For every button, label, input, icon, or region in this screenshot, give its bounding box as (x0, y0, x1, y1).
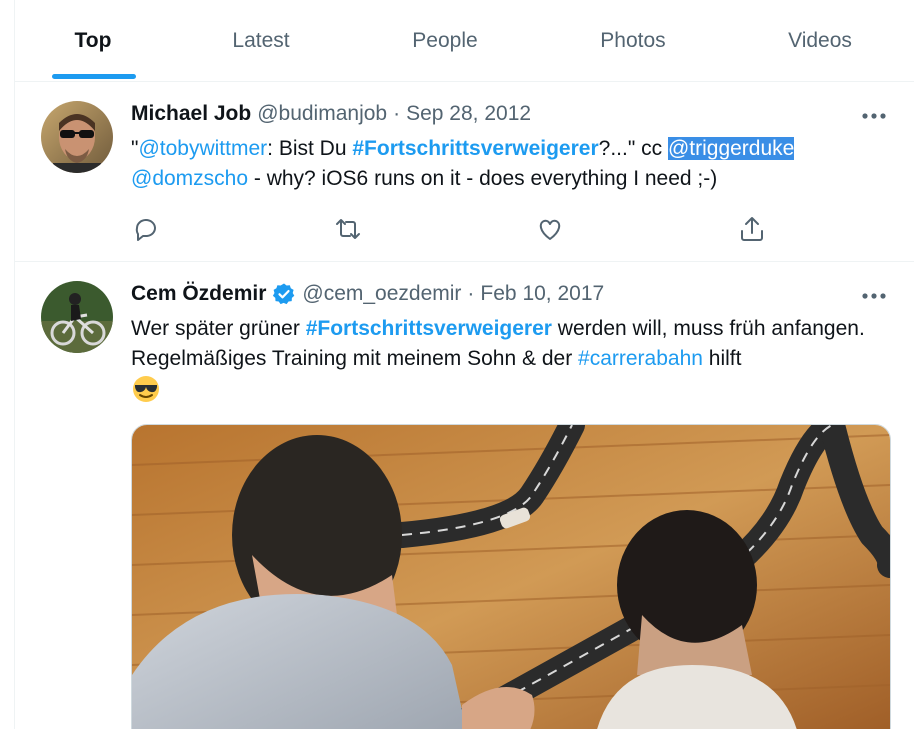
author-name[interactable]: Cem Özdemir (131, 282, 266, 306)
author-handle[interactable]: @budimanjob (257, 102, 387, 126)
tweet-actions (131, 214, 891, 244)
mention-link[interactable]: @tobywittmer (138, 137, 267, 160)
tweet-text: "@tobywittmer: Bist Du #Fortschrittsverw… (131, 134, 891, 194)
tweet[interactable]: Cem Özdemir @cem_oezdemir · Feb 10, 2017… (15, 262, 914, 729)
tab-videos[interactable]: Videos (767, 0, 873, 81)
tweet-photo[interactable] (131, 424, 891, 729)
retweet-icon[interactable] (333, 214, 363, 244)
tab-latest[interactable]: Latest (211, 0, 311, 81)
tweet-header: Michael Job @budimanjob · Sep 28, 2012 (131, 102, 531, 126)
sunglasses-emoji-icon (131, 374, 161, 404)
mention-link[interactable]: @domzscho (131, 167, 248, 190)
more-horizontal-icon[interactable] (859, 104, 889, 128)
tweet[interactable]: Michael Job @budimanjob · Sep 28, 2012 "… (15, 82, 914, 262)
hashtag-link[interactable]: #Fortschrittsverweigerer (352, 137, 598, 160)
text: Wer später grüner (131, 317, 306, 340)
active-tab-indicator (52, 74, 136, 79)
verified-badge-icon (272, 282, 296, 306)
mention-link-selected[interactable]: @triggerduke (667, 137, 795, 160)
text: hilft (702, 347, 742, 370)
heart-icon[interactable] (535, 214, 565, 244)
text: - why? iOS6 runs on it - does everything… (248, 167, 718, 190)
tab-photos[interactable]: Photos (581, 0, 685, 81)
more-horizontal-icon[interactable] (859, 284, 889, 308)
tweet-header: Cem Özdemir @cem_oezdemir · Feb 10, 2017 (131, 282, 604, 306)
separator: · (393, 102, 401, 125)
share-icon[interactable] (737, 214, 767, 244)
tab-top[interactable]: Top (55, 0, 131, 81)
tweet-date[interactable]: Sep 28, 2012 (406, 102, 531, 126)
search-results-panel: Top Latest People Photos Videos Michael … (14, 0, 914, 729)
avatar[interactable] (41, 101, 113, 173)
author-handle[interactable]: @cem_oezdemir (302, 282, 461, 306)
author-name[interactable]: Michael Job (131, 102, 251, 126)
avatar[interactable] (41, 281, 113, 353)
tweet-text: Wer später grüner #Fortschrittsverweiger… (131, 314, 891, 404)
tweet-date[interactable]: Feb 10, 2017 (480, 282, 604, 306)
hashtag-link[interactable]: #Fortschrittsverweigerer (306, 317, 552, 340)
search-tabs: Top Latest People Photos Videos (15, 0, 914, 82)
reply-icon[interactable] (131, 214, 161, 244)
text: ?..." cc (598, 137, 668, 160)
text: : Bist Du (267, 137, 353, 160)
tab-people[interactable]: People (393, 0, 497, 81)
hashtag-link[interactable]: #carrerabahn (578, 347, 703, 370)
separator: · (467, 282, 475, 305)
